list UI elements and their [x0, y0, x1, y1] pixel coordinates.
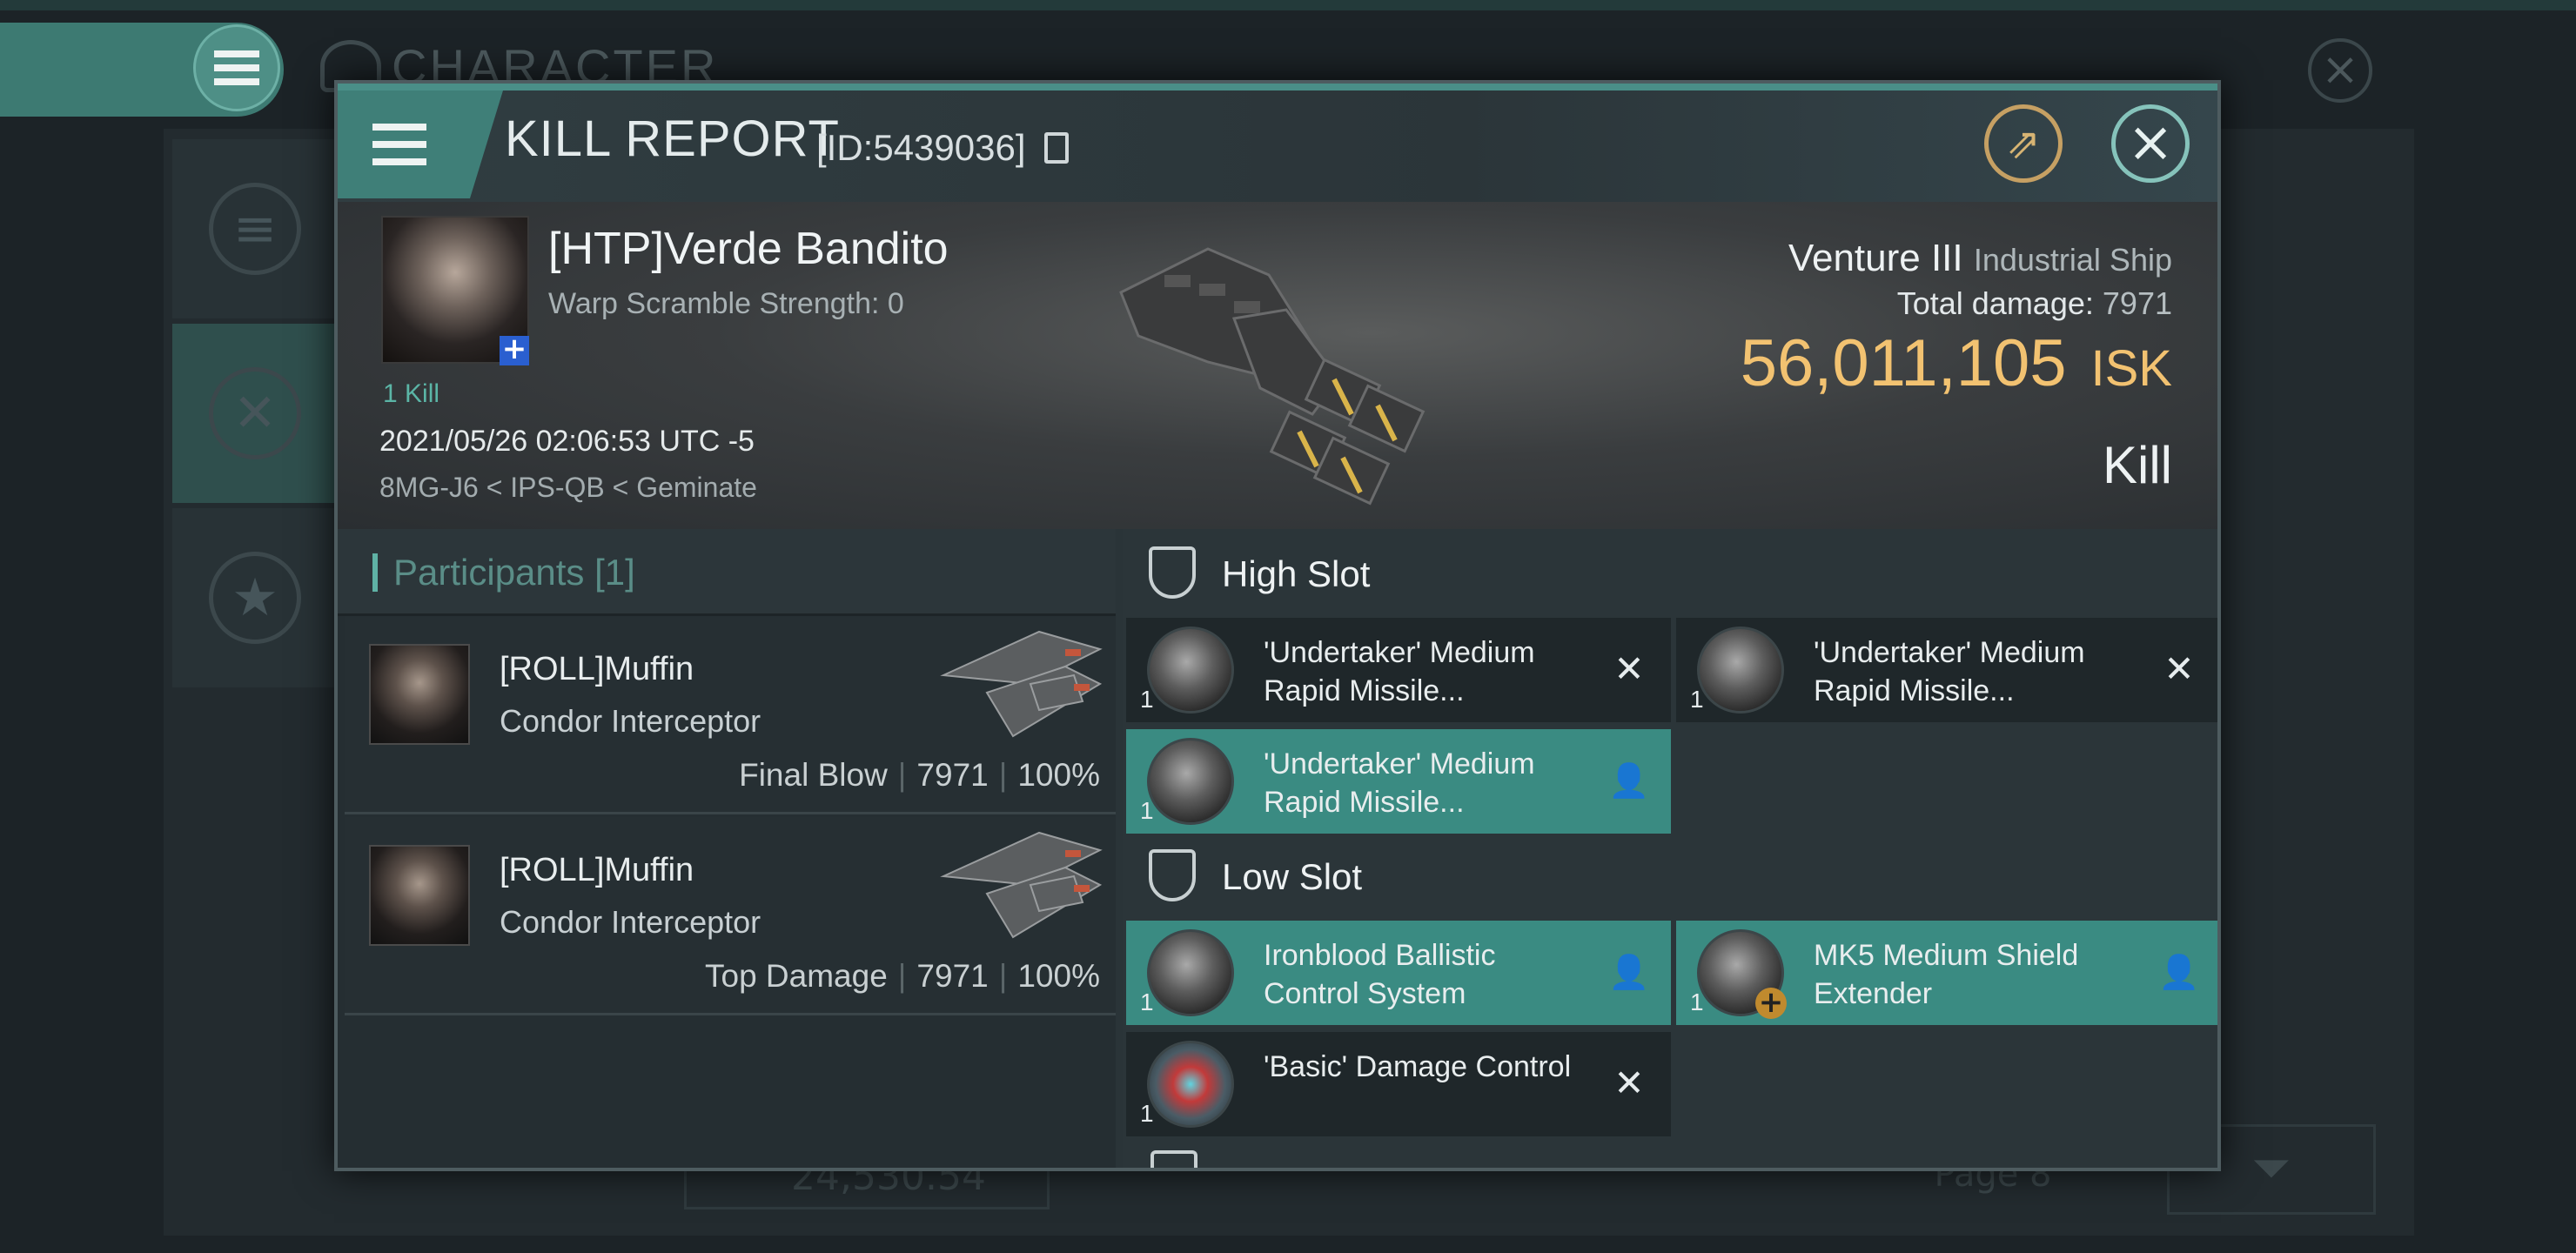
participant-percent: 100% [1017, 958, 1100, 994]
missile-launcher-icon [1147, 626, 1234, 714]
participant-ship-image [940, 630, 1103, 738]
destroyed-icon: ✕ [1613, 1062, 1645, 1104]
total-damage: Total damage: 7971 [1897, 285, 2172, 322]
ballistic-control-icon [1147, 929, 1234, 1016]
kill-date: 2021/05/26 02:06:53 UTC -5 [379, 425, 755, 458]
participant-ship: Condor Interceptor [500, 703, 761, 739]
kill-count: 1 Kill [383, 379, 440, 408]
module-quantity: 1 [1140, 797, 1154, 824]
participant-row[interactable]: [ROLL]Muffin Condor Interceptor Final Bl… [345, 616, 1116, 814]
high-slot-module[interactable]: 1 'Undertaker' Medium Rapid Missile... ✕ [1126, 618, 1671, 722]
background-menu-button[interactable] [193, 24, 280, 111]
shield-extender-icon [1697, 929, 1787, 1019]
mid-slot-icon [1150, 1150, 1197, 1168]
participant-role: Final Blow [739, 757, 888, 793]
kill-result-label: Kill [2102, 436, 2172, 494]
module-quantity: 1 [1140, 686, 1154, 713]
dialog-title: KILL REPORT [505, 111, 840, 167]
participant-portrait[interactable] [369, 644, 470, 745]
victim-ship-image [1119, 247, 1426, 506]
module-name: 'Basic' Damage Control [1264, 1050, 1572, 1083]
ship-class: Industrial Ship [1973, 242, 2172, 278]
low-slot-title: Low Slot [1222, 856, 1363, 897]
participant-row[interactable]: [ROLL]Muffin Condor Interceptor Top Dama… [345, 817, 1116, 1015]
module-quantity: 1 [1140, 1100, 1154, 1127]
isk-unit: ISK [2090, 340, 2173, 397]
participant-ship: Condor Interceptor [500, 904, 761, 940]
isk-value: 56,011,105 ISK [1741, 325, 2172, 401]
module-quantity: 1 [1690, 988, 1704, 1015]
participant-damage: 7971 [916, 757, 989, 793]
module-name: 'Undertaker' Medium Rapid Missile... [1264, 747, 1535, 819]
high-slot-icon [1149, 546, 1196, 599]
module-quantity: 1 [1140, 988, 1154, 1015]
hamburger-icon [214, 64, 259, 71]
hamburger-icon [372, 141, 426, 148]
high-slot-header: High Slot [1123, 529, 2217, 616]
share-button[interactable]: ⇗ [1984, 104, 2063, 183]
kill-location[interactable]: 8MG-J6 < IPS-QB < Geminate [379, 472, 757, 504]
missile-launcher-icon [1147, 738, 1234, 825]
kill-id: [ID:5439036] [816, 127, 1026, 168]
damage-control-icon [1147, 1041, 1234, 1128]
participant-ship-image [940, 831, 1103, 939]
total-damage-label: Total damage: [1896, 285, 2094, 321]
low-slot-module[interactable]: 1 'Basic' Damage Control ✕ [1126, 1032, 1671, 1136]
kill-report-dialog: KILL REPORT [ID:5439036] ⇗ × + [HTP]Verd… [334, 80, 2221, 1171]
low-slot-module[interactable]: 1 MK5 Medium Shield Extender 👤 [1676, 921, 2217, 1025]
destroyed-icon: ✕ [2163, 647, 2195, 690]
participant-portrait[interactable] [369, 845, 470, 946]
total-damage-value: 7971 [2102, 285, 2172, 321]
participants-header-accent [372, 553, 378, 592]
low-slot-header: Low Slot [1123, 832, 2217, 919]
dropped-person-icon: 👤 [2158, 953, 2200, 991]
background-side-tab-list[interactable]: ≡ [172, 139, 338, 318]
destroyed-icon: ✕ [1613, 647, 1645, 690]
participant-damage: 7971 [916, 958, 989, 994]
dropped-person-icon: 👤 [1608, 953, 1650, 991]
warp-scramble-strength: Warp Scramble Strength: 0 [548, 287, 904, 320]
share-icon: ⇗ [2005, 119, 2042, 168]
victim-name[interactable]: [HTP]Verde Bandito [548, 223, 949, 275]
participant-stats: Top Damage | 7971 | 100% [705, 958, 1100, 994]
module-name: Ironblood Ballistic Control System [1264, 939, 1496, 1010]
missile-launcher-icon [1697, 626, 1784, 714]
module-name: 'Undertaker' Medium Rapid Missile... [1814, 636, 2085, 707]
add-contact-icon[interactable]: + [500, 334, 529, 365]
participant-name: [ROLL]Muffin [500, 852, 694, 888]
background-side-tab-combat[interactable]: ✕ [172, 324, 338, 503]
high-slot-title: High Slot [1222, 553, 1371, 594]
copy-icon[interactable] [1044, 132, 1069, 164]
close-button[interactable]: × [2111, 104, 2190, 183]
background-side-tab-medals[interactable]: ★ [172, 508, 338, 687]
module-name: 'Undertaker' Medium Rapid Missile... [1264, 636, 1535, 707]
star-icon: ★ [209, 552, 301, 644]
participant-name: [ROLL]Muffin [500, 651, 694, 687]
module-name: MK5 Medium Shield Extender [1814, 939, 2079, 1010]
participant-percent: 100% [1017, 757, 1100, 793]
victim-ship[interactable]: Venture III Industrial Ship [1788, 237, 2172, 280]
crossed-swords-icon: ✕ [209, 367, 301, 459]
participant-role: Top Damage [705, 958, 888, 994]
high-slot-module[interactable]: 1 'Undertaker' Medium Rapid Missile... 👤 [1126, 729, 1671, 834]
isk-amount: 56,011,105 [1740, 326, 2067, 400]
list-icon: ≡ [209, 183, 301, 275]
module-quantity: 1 [1690, 686, 1704, 713]
top-bar-strip [0, 0, 2576, 10]
participants-title: Participants [1] [393, 552, 635, 593]
ship-name: Venture III [1788, 237, 1963, 279]
low-slot-module[interactable]: 1 Ironblood Ballistic Control System 👤 [1126, 921, 1671, 1025]
participant-stats: Final Blow | 7971 | 100% [739, 757, 1100, 793]
low-slot-icon [1149, 849, 1196, 901]
dropped-person-icon: 👤 [1608, 761, 1650, 800]
high-slot-module[interactable]: 1 'Undertaker' Medium Rapid Missile... ✕ [1676, 618, 2217, 722]
close-icon: × [2127, 111, 2174, 175]
background-close-icon[interactable]: × [2308, 38, 2372, 103]
